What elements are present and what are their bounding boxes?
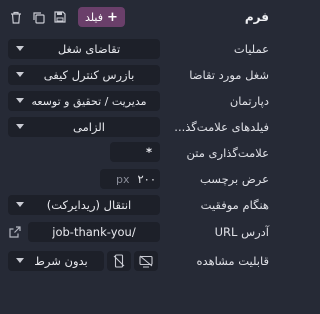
add-field-button[interactable]: + فیلد [78, 7, 125, 27]
text-mark-label: علامت‌گذاری متن [186, 146, 269, 160]
visibility-select[interactable]: بدون شرط [8, 251, 104, 271]
on-success-select[interactable]: انتقال (ریدایرکت) [8, 195, 160, 215]
copy-icon[interactable] [30, 9, 46, 25]
label-width-value: ۲۰۰ [137, 172, 157, 186]
chevron-down-icon [16, 46, 24, 51]
header-tools: + فیلد [8, 7, 125, 27]
text-mark-input[interactable]: * [110, 142, 160, 162]
desktop-off-icon [139, 255, 153, 268]
required-fields-label: فیلدهای علامت‌گذ... [174, 120, 269, 134]
form-properties-panel: فرم + فیلد عملیات تقاضای شغل شغل مورد تق… [0, 0, 279, 314]
visibility-value: بدون شرط [34, 254, 88, 268]
on-success-label: هنگام موفقیت [200, 198, 269, 212]
chevron-down-icon [16, 72, 24, 77]
text-mark-value: * [145, 145, 152, 159]
url-value: /job-thank-you [52, 225, 136, 239]
job-value: بازرس کنترل کیفی [43, 68, 135, 82]
label-width-input[interactable]: px ۲۰۰ [100, 169, 160, 189]
operations-label: عملیات [233, 42, 269, 56]
visibility-controls: بدون شرط [8, 251, 158, 271]
mobile-hidden-button[interactable] [107, 251, 131, 271]
desktop-hidden-button[interactable] [134, 251, 158, 271]
required-fields-value: الزامی [73, 120, 105, 134]
job-label: شغل مورد تقاضا [189, 68, 269, 82]
required-fields-select[interactable]: الزامی [8, 117, 160, 137]
trash-icon[interactable] [8, 9, 24, 25]
save-icon[interactable] [52, 9, 68, 25]
url-label: آدرس URL [214, 225, 269, 239]
mobile-off-icon [113, 254, 125, 268]
plus-icon: + [107, 9, 118, 25]
panel-header: فرم + فیلد [0, 0, 279, 34]
department-value: مدیریت / تحقیق و توسعه [31, 94, 147, 108]
chevron-down-icon [16, 258, 24, 263]
job-select[interactable]: بازرس کنترل کیفی [8, 65, 160, 85]
external-link-icon[interactable] [8, 225, 22, 239]
operations-value: تقاضای شغل [57, 42, 121, 56]
url-input[interactable]: /job-thank-you [28, 222, 160, 242]
visibility-label: قابلیت مشاهده [196, 254, 269, 268]
chevron-down-icon [16, 124, 24, 129]
chevron-down-icon [16, 202, 24, 207]
department-label: دپارتمان [229, 94, 269, 108]
label-width-label: عرض برچسب [200, 172, 269, 186]
department-select[interactable]: مدیریت / تحقیق و توسعه [8, 91, 160, 111]
chevron-down-icon [16, 98, 24, 103]
panel-title: فرم [244, 10, 269, 24]
add-field-label: فیلد [85, 10, 103, 24]
on-success-value: انتقال (ریدایرکت) [46, 198, 132, 212]
label-width-unit: px [116, 172, 130, 186]
operations-select[interactable]: تقاضای شغل [8, 39, 160, 59]
